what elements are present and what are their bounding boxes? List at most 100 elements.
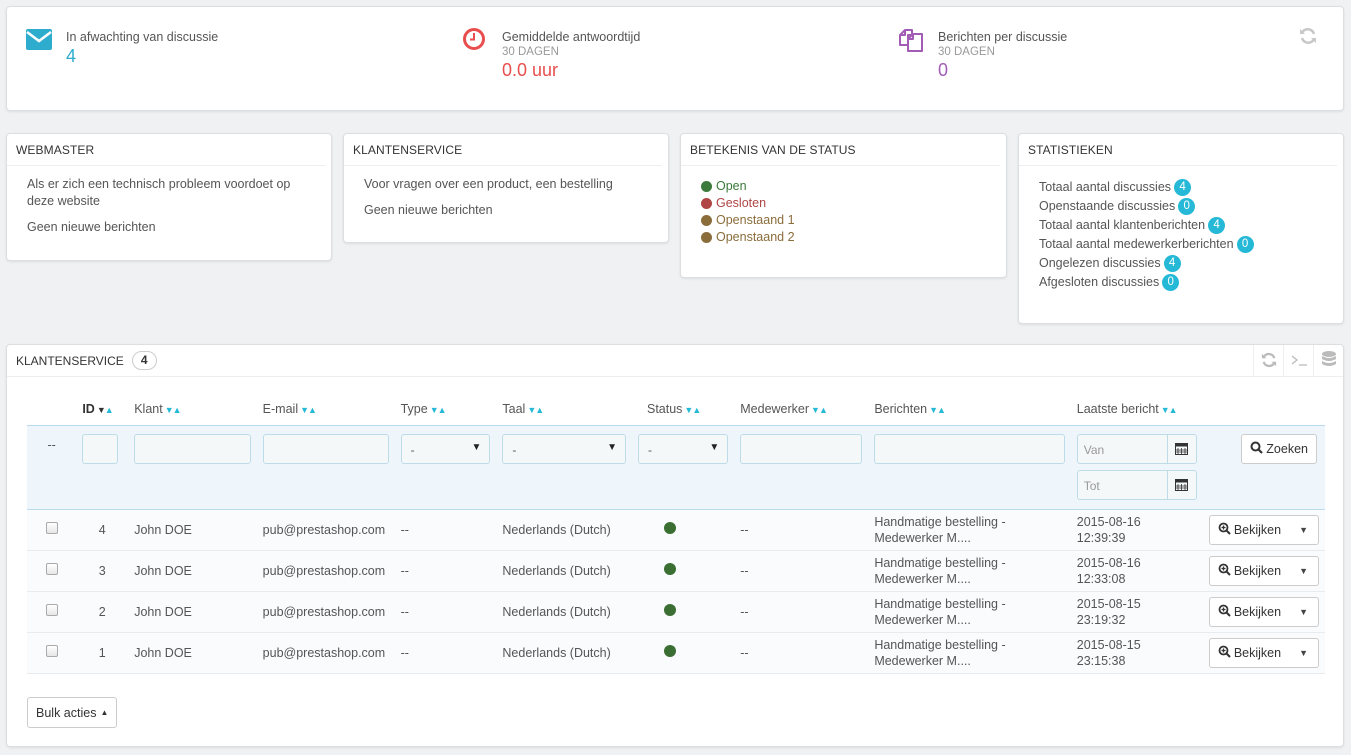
view-button[interactable]: Bekijken bbox=[1210, 557, 1289, 585]
calendar-icon[interactable] bbox=[1166, 469, 1197, 500]
sort-desc-icon[interactable]: ▼ bbox=[1161, 405, 1170, 415]
status-label: Openstaand 1 bbox=[716, 213, 795, 227]
caret-down-icon: ▼ bbox=[709, 441, 720, 453]
sort-desc-icon[interactable]: ▼ bbox=[300, 405, 309, 415]
column-header-messages[interactable]: Berichten ▼▲ bbox=[868, 393, 1070, 425]
column-header-customer[interactable]: Klant ▼▲ bbox=[128, 393, 256, 425]
status-dot-icon bbox=[663, 522, 676, 534]
show-sql-button[interactable] bbox=[1283, 345, 1313, 377]
sort-asc-icon[interactable]: ▲ bbox=[1169, 405, 1178, 415]
caret-down-icon: ▼ bbox=[607, 441, 617, 453]
sort-asc-icon[interactable]: ▲ bbox=[535, 405, 544, 415]
filter-row: -- - ▼ - ▼ - ▼ Van Tot Zoeken bbox=[27, 424, 1325, 510]
row-checkbox[interactable] bbox=[45, 522, 58, 534]
database-icon bbox=[1321, 350, 1337, 373]
filter-date-from-input[interactable]: Van bbox=[1076, 433, 1167, 464]
zoom-in-icon bbox=[1218, 604, 1231, 620]
caret-down-icon: ▼ bbox=[471, 441, 482, 453]
column-header-status[interactable]: Status ▼▲ bbox=[632, 393, 734, 425]
sort-desc-icon[interactable]: ▼ bbox=[430, 405, 439, 415]
view-dropdown-toggle[interactable]: ▼ bbox=[1289, 557, 1318, 585]
filter-messages-input[interactable] bbox=[874, 433, 1065, 464]
column-header-employee[interactable]: Medewerker ▼▲ bbox=[734, 393, 868, 425]
sort-asc-icon[interactable]: ▲ bbox=[105, 405, 114, 415]
filter-customer-input[interactable] bbox=[134, 433, 251, 464]
search-icon bbox=[1250, 441, 1264, 457]
view-dropdown-toggle[interactable]: ▼ bbox=[1289, 639, 1318, 667]
sort-asc-icon[interactable]: ▲ bbox=[819, 405, 828, 415]
bulk-actions-button[interactable]: Bulk acties ▲ bbox=[27, 697, 118, 728]
status-legend-item: Openstaand 1 bbox=[701, 212, 986, 229]
view-dropdown-toggle[interactable]: ▼ bbox=[1289, 516, 1318, 544]
statistic-label: Afgesloten discussies bbox=[1039, 275, 1160, 289]
view-button[interactable]: Bekijken bbox=[1210, 598, 1289, 626]
status-label: Openstaand 2 bbox=[716, 230, 795, 244]
statistic-badge: 0 bbox=[1178, 198, 1196, 215]
search-button[interactable]: Zoeken bbox=[1241, 433, 1317, 464]
sort-desc-icon[interactable]: ▼ bbox=[811, 405, 820, 415]
table-row[interactable]: 1 John DOE pub@prestashop.com -- Nederla… bbox=[27, 632, 1325, 674]
sort-asc-icon[interactable]: ▲ bbox=[308, 405, 317, 415]
statistic-badge: 4 bbox=[1174, 179, 1192, 196]
cell-messages: Handmatige bestelling - Medewerker M.... bbox=[868, 632, 1071, 674]
column-header-email[interactable]: E-mail ▼▲ bbox=[257, 393, 395, 425]
column-header-type[interactable]: Type ▼▲ bbox=[395, 393, 497, 425]
caret-up-icon: ▲ bbox=[100, 708, 109, 717]
row-checkbox[interactable] bbox=[45, 604, 58, 616]
view-button-group: Bekijken ▼ bbox=[1208, 596, 1319, 627]
view-button-group: Bekijken ▼ bbox=[1208, 514, 1319, 545]
panel-title: BETEKENIS VAN DE STATUS bbox=[681, 134, 1000, 166]
view-button[interactable]: Bekijken bbox=[1210, 639, 1289, 667]
filter-language-select[interactable]: - ▼ bbox=[502, 433, 626, 464]
list-title: KLANTENSERVICE bbox=[16, 353, 124, 368]
refresh-list-button[interactable] bbox=[1253, 345, 1283, 377]
sort-asc-icon[interactable]: ▲ bbox=[173, 405, 182, 415]
view-dropdown-toggle[interactable]: ▼ bbox=[1289, 598, 1318, 626]
cell-email: pub@prestashop.com bbox=[256, 550, 395, 592]
terminal-icon bbox=[1290, 353, 1308, 370]
cell-id: 3 bbox=[76, 550, 129, 592]
filter-status-select[interactable]: - ▼ bbox=[637, 433, 729, 464]
statistic-label: Totaal aantal discussies bbox=[1039, 180, 1172, 194]
sort-desc-icon[interactable]: ▼ bbox=[165, 405, 174, 415]
row-checkbox[interactable] bbox=[45, 645, 58, 657]
cell-type: -- bbox=[394, 509, 497, 551]
cell-email: pub@prestashop.com bbox=[256, 509, 395, 551]
refresh-icon[interactable] bbox=[1299, 27, 1317, 45]
sort-asc-icon[interactable]: ▲ bbox=[438, 405, 447, 415]
calendar-icon[interactable] bbox=[1166, 433, 1197, 464]
table-header-row: ID ▼▲ Klant ▼▲ E-mail ▼▲ Type ▼▲ Taal ▼▲ Stat… bbox=[27, 393, 1325, 425]
table-row[interactable]: 2 John DOE pub@prestashop.com -- Nederla… bbox=[27, 591, 1325, 633]
filter-type-select[interactable]: - ▼ bbox=[400, 433, 491, 464]
sort-asc-icon[interactable]: ▲ bbox=[692, 405, 701, 415]
table-row[interactable]: 4 John DOE pub@prestashop.com -- Nederla… bbox=[27, 509, 1325, 551]
filter-id-input[interactable] bbox=[82, 433, 119, 464]
customer-threads-list: KLANTENSERVICE 4 ID ▼▲ Klant ▼▲ E-mail ▼▲ T… bbox=[6, 344, 1344, 747]
cell-language: Nederlands (Dutch) bbox=[496, 632, 632, 674]
sort-desc-icon[interactable]: ▼ bbox=[97, 405, 106, 415]
export-sql-manager-button[interactable] bbox=[1313, 345, 1343, 377]
column-header-last-message[interactable]: Laatste bericht ▼▲ bbox=[1071, 393, 1203, 425]
cell-last-message: 2015-08-15 23:15:38 bbox=[1070, 632, 1203, 674]
status-dot-icon bbox=[701, 198, 712, 209]
cell-language: Nederlands (Dutch) bbox=[496, 509, 632, 551]
kpi-value: 0.0 uur bbox=[502, 60, 559, 80]
filter-dash: -- bbox=[27, 424, 77, 510]
sort-desc-icon[interactable]: ▼ bbox=[929, 405, 938, 415]
table-row[interactable]: 3 John DOE pub@prestashop.com -- Nederla… bbox=[27, 550, 1325, 592]
column-header-id[interactable]: ID ▼▲ bbox=[76, 393, 128, 425]
filter-employee-input[interactable] bbox=[740, 433, 863, 464]
kpi-title: Gemiddelde antwoordtijd bbox=[502, 30, 641, 44]
column-header-language[interactable]: Taal ▼▲ bbox=[496, 393, 632, 425]
statistic-item: Ongelezen discussies 4 bbox=[1039, 254, 1323, 273]
threads-table: ID ▼▲ Klant ▼▲ E-mail ▼▲ Type ▼▲ Taal ▼▲ Stat… bbox=[27, 393, 1325, 674]
cell-id: 2 bbox=[76, 591, 129, 633]
webmaster-panel: WEBMASTER Als er zich een technisch prob… bbox=[6, 133, 332, 261]
filter-email-input[interactable] bbox=[262, 433, 389, 464]
filter-date-to-input[interactable]: Tot bbox=[1076, 469, 1167, 500]
panel-title: STATISTIEKEN bbox=[1019, 134, 1337, 166]
panel-title: WEBMASTER bbox=[7, 134, 325, 166]
row-checkbox[interactable] bbox=[45, 563, 58, 575]
sort-asc-icon[interactable]: ▲ bbox=[937, 405, 946, 415]
view-button[interactable]: Bekijken bbox=[1210, 516, 1289, 544]
